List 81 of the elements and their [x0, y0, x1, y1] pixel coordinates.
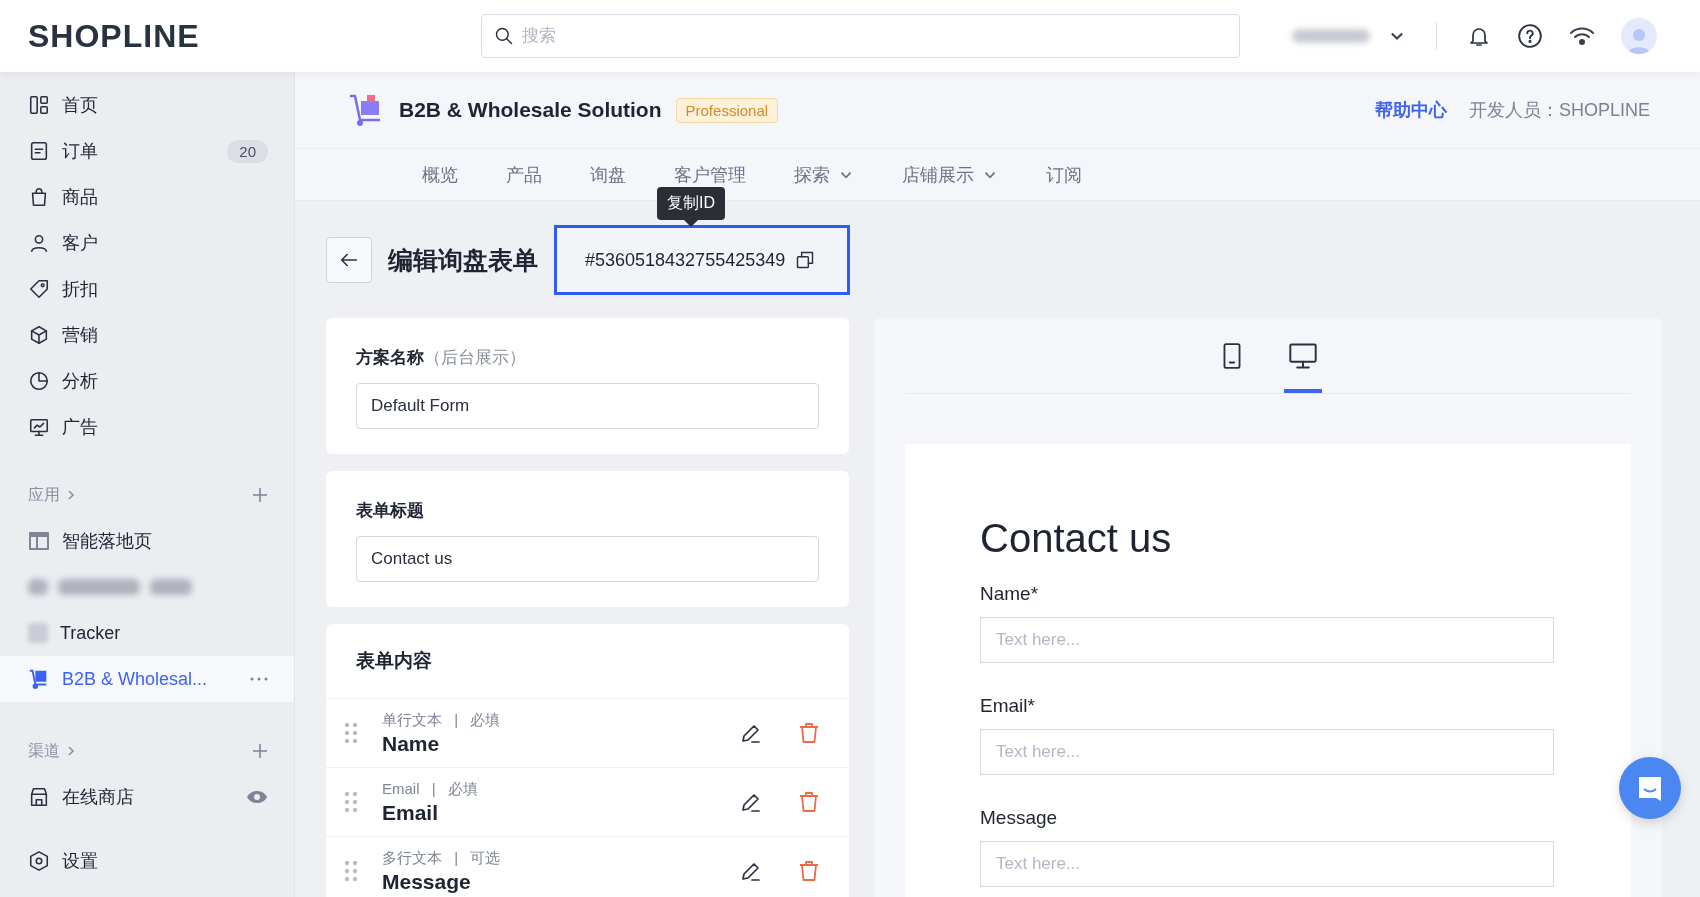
field-label: 表单标题 [356, 500, 425, 522]
search-field[interactable]: 搜索 [481, 14, 1240, 58]
delete-button[interactable] [797, 790, 821, 814]
app-icon [28, 623, 48, 643]
delete-button[interactable] [797, 859, 821, 883]
sidebar-item[interactable]: 首页 [0, 82, 294, 128]
field-meta: Email | 必填 [382, 779, 478, 799]
tab[interactable]: 探索 [794, 149, 854, 200]
cube-icon [28, 324, 50, 346]
tab[interactable]: 店铺展示 [902, 149, 998, 200]
sidebar-item[interactable]: 商品 [0, 174, 294, 220]
input-field[interactable]: Text here... [980, 841, 1554, 887]
field-meta: 单行文本 | 必填 [382, 710, 501, 730]
plan-tag: Professional [675, 97, 779, 123]
plus-icon [252, 743, 268, 759]
developer-text: 开发人员：SHOPLINE [1468, 99, 1650, 122]
wifi-icon[interactable] [1569, 25, 1595, 47]
presentation-icon [28, 416, 50, 438]
drag-handle[interactable] [344, 791, 358, 813]
sidebar-item[interactable]: 广告 [0, 404, 294, 450]
trash-icon [797, 790, 821, 814]
copy-icon[interactable] [795, 250, 816, 270]
search-icon [494, 26, 514, 46]
field-name: Name [382, 731, 440, 756]
landing-page-icon [28, 531, 50, 551]
form-id: #5360518432755425349 [585, 249, 786, 271]
pie-chart-icon [28, 370, 50, 392]
tooltip: 复制ID [657, 187, 725, 227]
field-label: 方案名称（后台展示） [356, 347, 527, 369]
delete-button[interactable] [797, 721, 821, 745]
plus-icon [252, 487, 268, 503]
more-button[interactable] [250, 677, 268, 681]
drag-handle[interactable] [344, 722, 358, 744]
trash-icon [797, 859, 821, 883]
dashboard-icon [28, 94, 50, 116]
sidebar-item[interactable]: Tracker [0, 610, 294, 656]
document-icon [28, 140, 50, 162]
logo[interactable]: SHOPLINE [28, 17, 200, 54]
monitor-icon [1287, 340, 1318, 371]
store-icon [28, 786, 50, 808]
sidebar-item[interactable]: 智能落地页 [0, 518, 294, 564]
user-icon [28, 232, 50, 254]
sidebar-item[interactable]: 在线商店 [0, 774, 294, 820]
tag-icon [28, 278, 50, 300]
sidebar-item[interactable]: 营销 [0, 312, 294, 358]
eye-icon[interactable] [246, 789, 268, 805]
field-name: Message [382, 869, 471, 894]
sidebar-item[interactable]: 折扣 [0, 266, 294, 312]
add-button[interactable] [252, 487, 268, 503]
tab[interactable]: 产品 [506, 149, 542, 200]
tab[interactable]: 概览 [422, 149, 458, 200]
page-title: 编辑询盘表单 [388, 244, 538, 276]
field-meta: 多行文本 | 可选 [382, 848, 501, 868]
app-name: B2B & Wholesale Solution [399, 98, 662, 122]
add-button[interactable] [252, 743, 268, 759]
help-icon[interactable] [1517, 23, 1543, 49]
tooltip-arrow [684, 220, 698, 227]
input-field[interactable]: Text here... [980, 729, 1554, 775]
sidebar-item[interactable]: 客户 [0, 220, 294, 266]
field-label: Message [980, 807, 1059, 829]
tab[interactable]: 询盘 [590, 149, 626, 200]
help-link[interactable]: 帮助中心 [1374, 98, 1447, 122]
input-field[interactable]: Contact us [356, 536, 819, 582]
preview-title: Contact us [980, 516, 1173, 561]
input-field[interactable]: Text here... [980, 617, 1554, 663]
field-label: Name* [980, 583, 1040, 605]
drag-handle[interactable] [344, 860, 358, 882]
sidebar-item[interactable]: 分析 [0, 358, 294, 404]
sidebar-item[interactable]: B2B & Wholesal... [0, 656, 294, 702]
input-field[interactable]: Default Form [356, 383, 819, 429]
back-button[interactable] [326, 237, 372, 283]
section-title: 表单内容 [355, 649, 433, 673]
sidebar-item[interactable]: 设置 [0, 838, 294, 884]
dots-icon [250, 677, 268, 681]
field-name: Email [382, 800, 439, 825]
count-badge: 20 [227, 139, 268, 163]
sidebar-item[interactable]: 订单 20 [0, 128, 294, 174]
tab[interactable]: 订阅 [1046, 149, 1082, 200]
settings-icon [28, 850, 50, 872]
trash-icon [797, 721, 821, 745]
field-label: Email* [980, 695, 1036, 717]
